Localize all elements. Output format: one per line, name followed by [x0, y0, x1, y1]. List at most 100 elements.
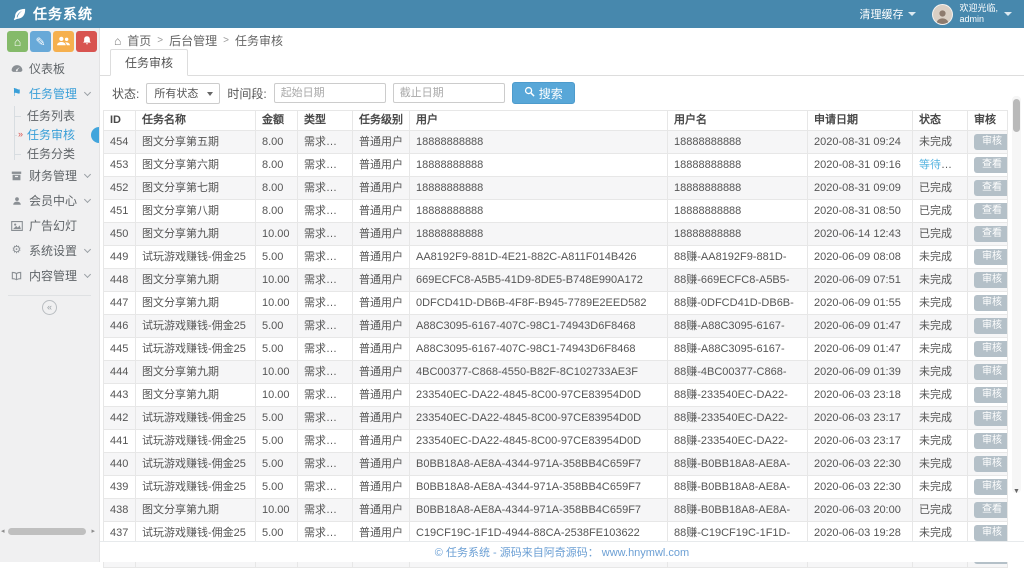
- active-marker-icon: »: [17, 130, 24, 139]
- audit-button[interactable]: 审核: [974, 410, 1008, 426]
- table-row: 450图文分享第九期10.00需求信息普通用户18888888888188888…: [104, 223, 1008, 246]
- cell-action: 审核: [968, 246, 1008, 269]
- start-date-input[interactable]: [274, 83, 386, 103]
- cell-amount: 8.00: [256, 200, 298, 223]
- breadcrumb-home[interactable]: 首页: [127, 32, 151, 49]
- audit-button[interactable]: 审核: [974, 433, 1008, 449]
- chevron-down-icon: [84, 271, 91, 278]
- scroll-left-arrow-icon[interactable]: ◂: [1, 527, 5, 536]
- tab-task-audit[interactable]: 任务审核: [110, 49, 188, 76]
- cell-user: A88C3095-6167-407C-98C1-74943D6F8468: [410, 315, 668, 338]
- cell-username: 88赚-4BC00377-C868-: [668, 361, 808, 384]
- gauge-icon: [10, 64, 23, 73]
- sidebar-item-content[interactable]: 内容管理: [0, 263, 99, 288]
- cell-type: 需求信息: [298, 315, 353, 338]
- audit-button[interactable]: 审核: [974, 295, 1008, 311]
- clear-cache-dropdown[interactable]: 清理缓存: [859, 6, 916, 22]
- sidebar-collapse-button[interactable]: «: [42, 300, 57, 315]
- status-text: 未完成: [919, 389, 952, 401]
- scroll-down-arrow-icon[interactable]: ▼: [1013, 488, 1020, 495]
- cell-type: 需求信息: [298, 223, 353, 246]
- audit-button[interactable]: 审核: [974, 456, 1008, 472]
- status-select[interactable]: 所有状态: [146, 83, 220, 104]
- user-menu[interactable]: 欢迎光临, admin: [932, 3, 1012, 25]
- status-text: 未完成: [919, 320, 952, 332]
- view-button[interactable]: 查看: [974, 203, 1008, 219]
- cell-user: 233540EC-DA22-4845-8C00-97CE83954D0D: [410, 384, 668, 407]
- audit-button[interactable]: 审核: [974, 318, 1008, 334]
- sidebar-item-finance[interactable]: 财务管理: [0, 163, 99, 188]
- users-shortcut-button[interactable]: [53, 31, 74, 52]
- cell-status: 未完成: [913, 292, 968, 315]
- footer-text[interactable]: © 任务系统 - 源码来自阿奇源码： www.hnymwl.com: [435, 544, 689, 560]
- cell-user: B0BB18A8-AE8A-4344-971A-358BB4C659F7: [410, 499, 668, 522]
- home-icon: ⌂: [114, 35, 121, 47]
- vertical-scrollbar[interactable]: ▼: [1012, 96, 1021, 493]
- cell-type: 需求信息: [298, 384, 353, 407]
- chevron-down-icon: [84, 196, 91, 203]
- username: admin: [959, 14, 998, 25]
- column-header: 用户: [410, 111, 668, 131]
- cell-status: 未完成: [913, 384, 968, 407]
- bell-shortcut-button[interactable]: [76, 31, 97, 52]
- cell-action: 审核: [968, 292, 1008, 315]
- status-text: 未完成: [919, 251, 952, 263]
- table-row: 445试玩游戏赚钱-佣金255.00需求信息普通用户A88C3095-6167-…: [104, 338, 1008, 361]
- audit-button[interactable]: 审核: [974, 272, 1008, 288]
- sidebar-item-dashboard[interactable]: 仪表板: [0, 56, 99, 81]
- end-date-input[interactable]: [393, 83, 505, 103]
- sidebar-item-label: 财务管理: [29, 167, 77, 184]
- audit-button[interactable]: 审核: [974, 364, 1008, 380]
- cell-name: 试玩游戏赚钱-佣金25: [136, 476, 256, 499]
- sidebar-item-task-category[interactable]: 任务分类: [0, 144, 99, 163]
- search-button[interactable]: 搜索: [512, 82, 575, 104]
- audit-button[interactable]: 审核: [974, 479, 1008, 495]
- audit-button[interactable]: 审核: [974, 387, 1008, 403]
- sidebar-divider: [8, 295, 91, 296]
- cell-username: 18888888888: [668, 200, 808, 223]
- cell-status: 等待审核: [913, 154, 968, 177]
- sidebar-item-task-audit[interactable]: » 任务审核: [0, 125, 99, 144]
- horizontal-scrollbar-thumb[interactable]: [8, 528, 86, 535]
- cell-level: 普通用户: [353, 200, 410, 223]
- column-header: 审核: [968, 111, 1008, 131]
- home-shortcut-button[interactable]: ⌂: [7, 31, 28, 52]
- vertical-scrollbar-thumb[interactable]: [1013, 99, 1020, 132]
- pencil-icon: ✎: [35, 35, 45, 49]
- sidebar-item-task-list[interactable]: 任务列表: [0, 106, 99, 125]
- cell-action: 查看: [968, 200, 1008, 223]
- audit-button[interactable]: 审核: [974, 525, 1008, 541]
- sidebar-item-task-manage[interactable]: ⚑ 任务管理: [0, 81, 99, 106]
- audit-button[interactable]: 审核: [974, 341, 1008, 357]
- sidebar-item-system[interactable]: ⚙ 系统设置: [0, 238, 99, 263]
- gear-icon: ⚙: [10, 245, 23, 256]
- cell-level: 普通用户: [353, 430, 410, 453]
- cell-name: 试玩游戏赚钱-佣金25: [136, 430, 256, 453]
- cell-level: 普通用户: [353, 177, 410, 200]
- view-button[interactable]: 查看: [974, 180, 1008, 196]
- sidebar-item-member[interactable]: 会员中心: [0, 188, 99, 213]
- view-button[interactable]: 查看: [974, 157, 1008, 173]
- cell-username: 18888888888: [668, 177, 808, 200]
- table-row: 442试玩游戏赚钱-佣金255.00需求信息普通用户233540EC-DA22-…: [104, 407, 1008, 430]
- sidebar-item-label: 广告幻灯: [29, 217, 77, 234]
- scroll-right-arrow-icon[interactable]: ▸: [91, 527, 95, 536]
- column-header: ID: [104, 111, 136, 131]
- app-logo: 任务系统: [12, 4, 93, 24]
- filter-bar: 状态: 所有状态 时间段: 搜索: [112, 82, 1024, 104]
- view-button[interactable]: 查看: [974, 226, 1008, 242]
- edit-shortcut-button[interactable]: ✎: [30, 31, 51, 52]
- horizontal-scrollbar[interactable]: ◂ ▸: [0, 527, 99, 536]
- column-header: 任务级别: [353, 111, 410, 131]
- audit-button[interactable]: 审核: [974, 249, 1008, 265]
- audit-button[interactable]: 审核: [974, 134, 1008, 150]
- breadcrumb-admin[interactable]: 后台管理: [169, 32, 217, 49]
- active-bubble-indicator: [91, 127, 99, 143]
- status-text: 已完成: [919, 504, 952, 516]
- sidebar-item-ad-slides[interactable]: 广告幻灯: [0, 213, 99, 238]
- cell-id: 441: [104, 430, 136, 453]
- cell-action: 审核: [968, 131, 1008, 154]
- view-button[interactable]: 查看: [974, 502, 1008, 518]
- cell-id: 447: [104, 292, 136, 315]
- caret-down-icon: [1004, 12, 1012, 16]
